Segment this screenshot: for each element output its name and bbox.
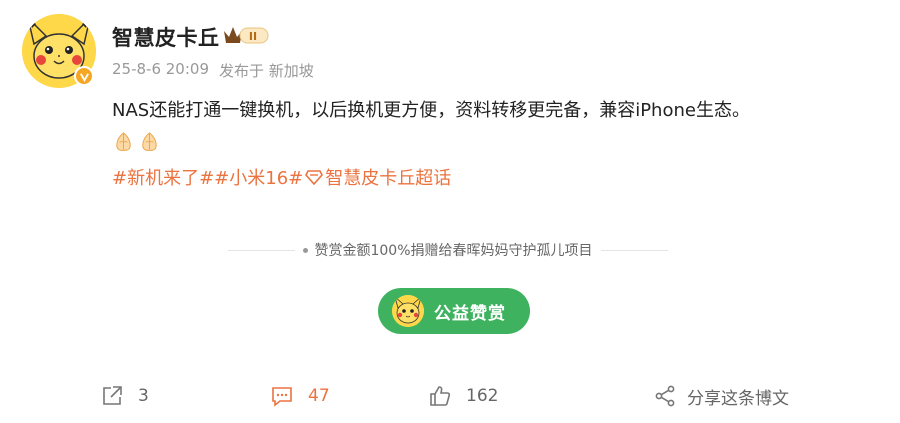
repost-icon — [103, 386, 122, 405]
action-bar: 3 47 162 分享这条博文 — [0, 378, 900, 414]
pray-emoji-icon — [116, 132, 131, 151]
share-button[interactable]: 分享这条博文 — [653, 378, 789, 414]
donation-notice: 赞赏金额100%捐赠给春晖妈妈守护孤儿项目 — [228, 238, 668, 262]
topic-links: #新机来了# #小米16# 智慧皮卡丘超话 — [112, 164, 451, 190]
topic-link-new-phone[interactable]: #新机来了# — [112, 164, 214, 190]
verified-badge-icon — [74, 66, 94, 86]
badge-level-text: II — [249, 30, 257, 43]
post-meta: 25-8-6 20:09 发布于 新加坡 — [112, 60, 314, 81]
repost-button[interactable]: 3 — [100, 378, 149, 414]
share-icon — [655, 385, 675, 407]
post-location: 发布于 新加坡 — [219, 62, 314, 80]
emoji-row — [112, 130, 161, 153]
comment-icon — [272, 387, 292, 407]
super-topic-diamond-icon — [305, 170, 324, 185]
donation-notice-text: 赞赏金额100%捐赠给春晖妈妈守护孤儿项目 — [314, 243, 593, 259]
user-name[interactable]: 智慧皮卡丘 — [112, 22, 220, 52]
repost-count: 3 — [138, 386, 149, 406]
thumbs-up-icon — [430, 386, 451, 406]
share-label: 分享这条博文 — [687, 388, 789, 409]
post-timestamp[interactable]: 25-8-6 20:09 — [112, 60, 209, 81]
charity-reward-button[interactable]: 公益赞赏 — [378, 288, 530, 334]
post-text: NAS还能打通一键换机，以后换机更方便，资料转移更完备，兼容iPhone生态。 — [112, 100, 750, 121]
topic-link-xiaomi16[interactable]: #小米16# — [214, 164, 303, 190]
divider — [228, 249, 296, 251]
like-count: 162 — [466, 386, 499, 406]
comment-count: 47 — [308, 386, 330, 406]
crown-icon: II — [224, 27, 269, 44]
topic-link-super-topic[interactable]: 智慧皮卡丘超话 — [325, 164, 451, 190]
pikachu-avatar-icon — [392, 295, 424, 327]
charity-reward-label: 公益赞赏 — [434, 303, 506, 324]
vip-crown-badge[interactable]: II — [222, 23, 270, 47]
divider — [600, 249, 668, 251]
comment-button[interactable]: 47 — [270, 378, 330, 414]
bullet-dot-icon — [303, 247, 309, 253]
pray-emoji-icon — [142, 132, 157, 151]
like-button[interactable]: 162 — [428, 378, 498, 414]
